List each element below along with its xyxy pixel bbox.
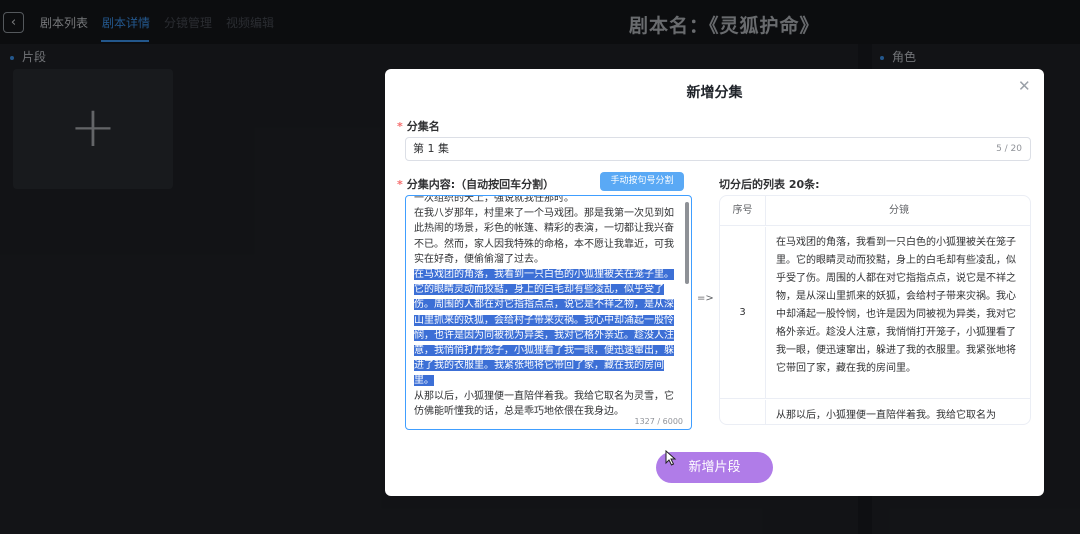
- row-index: 3: [720, 227, 766, 398]
- episode-name-value: 第 1 集: [413, 142, 449, 155]
- episode-content-textarea[interactable]: 一次组织的天上，强说就我任那时。 在我八岁那年，村里来了一个马戏团。那是我第一次…: [405, 195, 692, 430]
- header-segment: 分镜: [889, 205, 909, 216]
- textarea-scrollbar[interactable]: [685, 202, 689, 284]
- split-list-title: 切分后的列表 20条:: [719, 178, 820, 191]
- row-segment-text: 在马戏团的角落，我看到一只白色的小狐狸被关在笼子里。它的眼睛灵动而狡黠，身上的白…: [776, 237, 1016, 374]
- content-text: 一次组织的天上，强说就我任那时。 在我八岁那年，村里来了一个马戏团。那是我第一次…: [414, 195, 674, 417]
- mouse-cursor-icon: [665, 450, 677, 466]
- row-segment-text: 从那以后，小狐狸便一直陪伴着我。我给它取名为: [776, 410, 996, 421]
- header-index: 序号: [720, 196, 766, 226]
- close-icon[interactable]: ✕: [1018, 77, 1031, 95]
- table-row: 3 在马戏团的角落，我看到一只白色的小狐狸被关在笼子里。它的眼睛灵动而狡黠，身上…: [720, 227, 1030, 399]
- content-char-count: 1327 / 6000: [632, 417, 685, 426]
- episode-name-label: * 分集名: [397, 120, 440, 133]
- split-list-table: 序号 分镜 3 在马戏团的角落，我看到一只白色的小狐狸被关在笼子里。它的眼睛灵动…: [719, 195, 1031, 425]
- episode-content-label: * 分集内容:（自动按回车分割）: [397, 178, 555, 191]
- split-arrow: =>: [697, 293, 714, 304]
- table-row: 从那以后，小狐狸便一直陪伴着我。我给它取名为: [720, 400, 1030, 424]
- row-index: [720, 400, 766, 424]
- table-header: 序号 分镜: [720, 196, 1030, 226]
- episode-name-input[interactable]: 第 1 集 5 / 20: [405, 137, 1031, 161]
- selected-text: 在马戏团的角落，我看到一只白色的小狐狸被关在笼子里。它的眼睛灵动而狡黠，身上的白…: [414, 269, 674, 387]
- dialog-title: 新增分集: [686, 85, 743, 101]
- split-by-period-button[interactable]: 手动按句号分割: [600, 172, 684, 191]
- episode-name-count: 5 / 20: [996, 144, 1022, 154]
- add-episode-dialog: 新增分集 ✕ * 分集名 第 1 集 5 / 20 * 分集内容:（自动按回车分割）…: [385, 69, 1044, 496]
